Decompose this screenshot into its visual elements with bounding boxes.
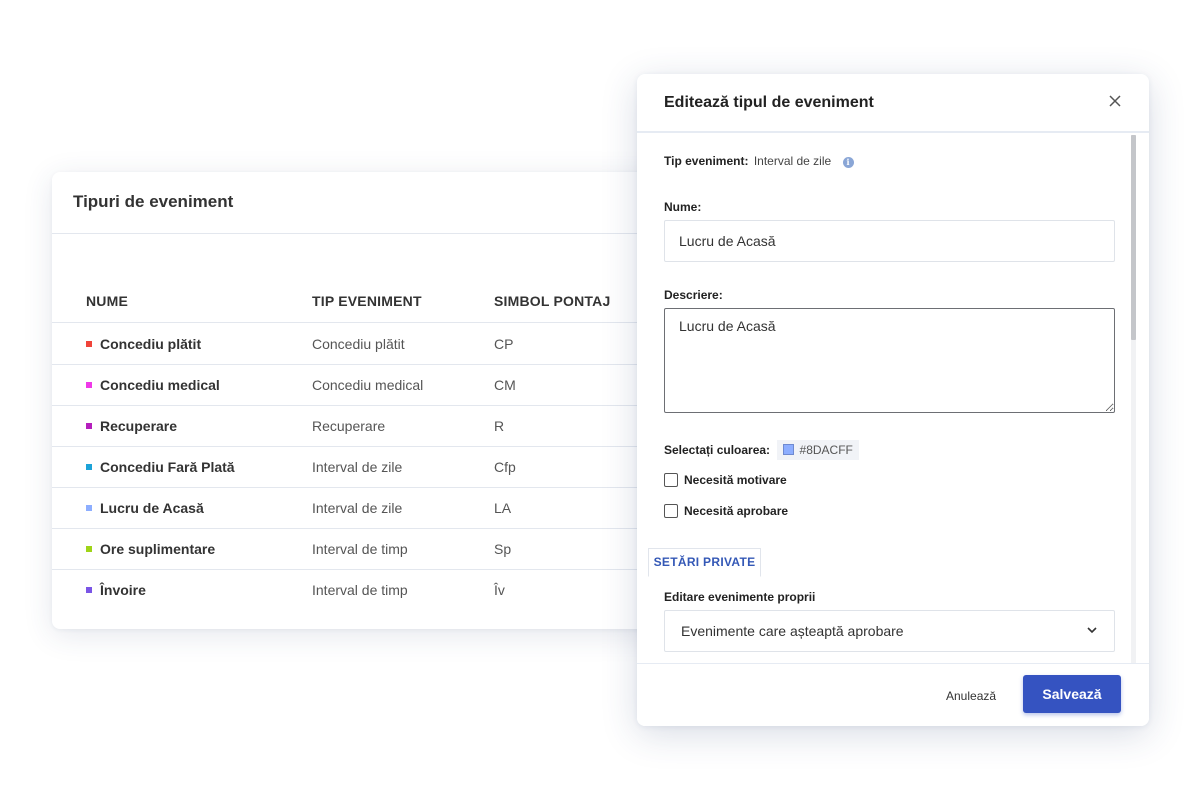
row-name[interactable]: Concediu plătit — [100, 336, 201, 352]
color-value: #8DACFF — [799, 443, 853, 457]
color-label: Selectați culoarea: — [664, 443, 771, 458]
row-name[interactable]: Concediu medical — [100, 377, 220, 393]
table-row[interactable]: Concediu Fară Plată Interval de zile Cfp — [52, 447, 692, 488]
own-events-selected: Evenimente care așteaptă aprobare — [681, 623, 904, 639]
event-types-card: Tipuri de eveniment NUME TIP EVENIMENT S… — [52, 172, 692, 629]
scrollbar-thumb[interactable] — [1131, 135, 1136, 340]
row-symbol: CP — [494, 336, 514, 352]
event-type-value: Interval de zile — [753, 154, 832, 168]
requires-approval-row[interactable]: Necesită aprobare — [664, 504, 788, 518]
table-row[interactable]: Recuperare Recuperare R — [52, 406, 692, 447]
table-row[interactable]: Concediu medical Concediu medical CM — [52, 365, 692, 406]
requires-reason-checkbox[interactable] — [664, 473, 678, 487]
table-row[interactable]: Lucru de Acasă Interval de zile LA — [52, 488, 692, 529]
requires-reason-row[interactable]: Necesită motivare — [664, 473, 787, 487]
card-header: Tipuri de eveniment — [52, 172, 692, 234]
row-symbol: R — [494, 418, 505, 434]
edit-event-type-modal: Editează tipul de eveniment Tip evenimen… — [637, 74, 1149, 726]
color-dot — [86, 587, 92, 593]
color-dot — [86, 546, 92, 552]
name-label: Nume: — [664, 200, 702, 214]
info-icon[interactable]: i — [842, 157, 854, 168]
row-type: Interval de zile — [312, 459, 403, 475]
row-type: Concediu plătit — [312, 336, 405, 352]
requires-approval-checkbox[interactable] — [664, 504, 678, 518]
row-symbol: Îv — [494, 582, 505, 598]
row-name[interactable]: Recuperare — [100, 418, 177, 434]
row-type: Interval de timp — [312, 582, 408, 598]
own-events-select[interactable]: Evenimente care așteaptă aprobare — [664, 610, 1115, 652]
color-dot — [86, 382, 92, 388]
column-header-type[interactable]: TIP EVENIMENT — [312, 293, 422, 309]
modal-body: Tip eveniment: Interval de zile i Nume: … — [637, 135, 1149, 663]
event-type-info: Tip eveniment: Interval de zile i — [664, 154, 854, 168]
name-input[interactable]: Lucru de Acasă — [664, 220, 1115, 262]
row-symbol: CM — [494, 377, 516, 393]
row-type: Interval de zile — [312, 500, 403, 516]
table-header: NUME TIP EVENIMENT SIMBOL PONTAJ — [52, 293, 692, 323]
row-name[interactable]: Concediu Fară Plată — [100, 459, 235, 475]
column-header-name[interactable]: NUME — [86, 293, 128, 309]
row-type: Recuperare — [312, 418, 386, 434]
table-row[interactable]: Ore suplimentare Interval de timp Sp — [52, 529, 692, 570]
save-button[interactable]: Salvează — [1023, 675, 1121, 713]
requires-approval-label: Necesită aprobare — [684, 504, 789, 518]
color-dot — [86, 423, 92, 429]
color-dot — [86, 341, 92, 347]
close-icon[interactable] — [1107, 93, 1123, 109]
description-label: Descriere: — [664, 288, 723, 302]
tab-private-settings[interactable]: SETĂRI PRIVATE — [648, 548, 761, 577]
column-header-symbol[interactable]: SIMBOL PONTAJ — [494, 293, 610, 309]
row-symbol: LA — [494, 500, 512, 516]
row-name[interactable]: Învoire — [100, 582, 146, 598]
modal-title: Editează tipul de eveniment — [664, 94, 874, 111]
table-row[interactable]: Învoire Interval de timp Îv — [52, 570, 692, 611]
modal-footer: Anulează Salvează — [637, 663, 1149, 726]
row-name[interactable]: Ore suplimentare — [100, 541, 215, 557]
color-dot — [86, 505, 92, 511]
modal-header: Editează tipul de eveniment — [637, 74, 1149, 133]
row-name[interactable]: Lucru de Acasă — [100, 500, 204, 516]
card-title: Tipuri de eveniment — [73, 192, 234, 211]
color-dot — [86, 464, 92, 470]
table-row[interactable]: Concediu plătit Concediu plătit CP — [52, 324, 692, 365]
row-type: Interval de timp — [312, 541, 408, 557]
event-type-label: Tip eveniment: — [664, 154, 749, 168]
row-type: Concediu medical — [312, 377, 424, 393]
color-swatch — [782, 444, 794, 455]
color-picker-row: Selectați culoarea: #8DACFF — [664, 440, 859, 460]
color-picker[interactable]: #8DACFF — [776, 440, 859, 460]
cancel-button[interactable]: Anulează — [946, 689, 996, 703]
requires-reason-label: Necesită motivare — [684, 473, 787, 487]
row-symbol: Sp — [494, 541, 512, 557]
description-textarea[interactable] — [664, 308, 1115, 413]
chevron-down-icon — [1087, 627, 1097, 634]
row-symbol: Cfp — [494, 459, 516, 475]
own-events-label: Editare evenimente proprii — [664, 590, 816, 604]
table-body: Concediu plătit Concediu plătit CP Conce… — [52, 324, 692, 611]
